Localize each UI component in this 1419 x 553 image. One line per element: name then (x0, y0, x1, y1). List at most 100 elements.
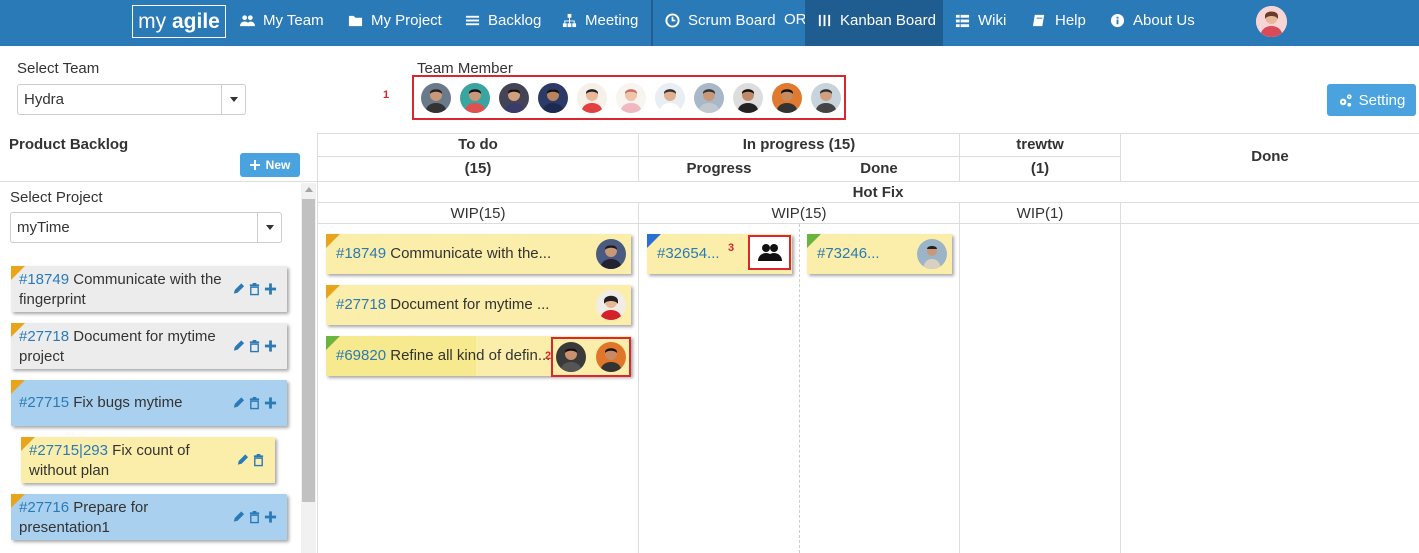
brand-logo[interactable]: my agile (132, 5, 226, 38)
edit-icon[interactable] (236, 454, 249, 467)
list-icon (465, 15, 480, 25)
priority-corner (807, 234, 821, 248)
edit-icon[interactable] (232, 340, 245, 353)
project-select[interactable]: myTime (10, 212, 282, 243)
user-avatar[interactable] (1256, 6, 1287, 37)
backlog-item-id[interactable]: #18749 (19, 271, 69, 288)
task-id[interactable]: #27718 (336, 296, 386, 313)
info-icon (1110, 13, 1125, 27)
column-header-todo: To do (458, 136, 498, 153)
backlog-item-id[interactable]: #27716 (19, 499, 69, 516)
wip-todo: WIP(15) (450, 205, 506, 222)
backlog-subitem[interactable]: #27715|293 Fix count of without plan (21, 437, 275, 483)
trash-icon[interactable] (252, 453, 265, 467)
scroll-thumb[interactable] (302, 199, 315, 502)
team-member-avatar[interactable] (577, 83, 607, 113)
assignee-avatar-image (917, 239, 947, 269)
team-select[interactable]: Hydra (17, 84, 246, 115)
edit-icon[interactable] (232, 397, 245, 410)
team-member-avatar[interactable] (811, 83, 841, 113)
grid-line (318, 181, 1419, 182)
task-card[interactable]: #18749 Communicate with the... (326, 234, 631, 274)
nav-wiki[interactable]: Wiki (955, 0, 1006, 40)
nav-meeting[interactable]: Meeting (562, 0, 638, 40)
assignee-avatar[interactable] (596, 290, 626, 320)
edit-icon[interactable] (232, 283, 245, 296)
team-member-avatar[interactable] (733, 83, 763, 113)
backlog-item-id[interactable]: #27715 (19, 394, 69, 411)
product-backlog-title: Product Backlog (9, 136, 129, 153)
task-title: Refine all kind of defin... (390, 347, 551, 364)
column-header-inprogress: In progress (15) (742, 136, 856, 153)
new-backlog-button[interactable]: New (240, 153, 300, 177)
gears-icon (1339, 93, 1352, 107)
backlog-item[interactable]: #18749 Communicate with the fingerprint (11, 266, 287, 312)
team-member-avatar-image (655, 83, 685, 113)
backlog-item[interactable]: #27716 Prepare for presentation1 (11, 494, 287, 540)
group-icon[interactable] (757, 241, 783, 263)
nav-my-team[interactable]: My Team (240, 0, 324, 40)
task-id[interactable]: #18749 (336, 245, 386, 262)
backlog-item-actions (232, 282, 277, 296)
team-member-avatar[interactable] (460, 83, 490, 113)
backlog-item-actions (232, 396, 277, 410)
team-member-avatar-image (421, 83, 451, 113)
team-member-avatar-image (694, 83, 724, 113)
task-id[interactable]: #32654... (657, 245, 720, 262)
priority-corner (11, 323, 25, 337)
nav-about-us[interactable]: About Us (1110, 0, 1195, 40)
assignee-avatar[interactable] (596, 239, 626, 269)
backlog-item-id[interactable]: #27715|293 (29, 442, 108, 459)
plus-icon[interactable] (264, 511, 277, 524)
backlog-item[interactable]: #27718 Document for mytime project (11, 323, 287, 369)
column-count-todo: (15) (464, 160, 492, 177)
team-member-avatar[interactable] (772, 83, 802, 113)
team-member-avatar[interactable] (694, 83, 724, 113)
assignee-avatar-image (556, 342, 586, 372)
subcolumn-done: Done (860, 160, 898, 177)
nav-help[interactable]: Help (1032, 0, 1086, 40)
backlog-item[interactable]: #27715 Fix bugs mytime (11, 380, 287, 426)
panel-divider (0, 181, 318, 182)
annotation-1: 1 (383, 89, 390, 101)
team-member-avatar[interactable] (499, 83, 529, 113)
wip-inprogress: WIP(15) (771, 205, 827, 222)
team-member-avatar-image (733, 83, 763, 113)
chevron-down-icon (257, 213, 281, 242)
nav-my-project[interactable]: My Project (348, 0, 442, 40)
plus-icon[interactable] (264, 397, 277, 410)
task-id[interactable]: #69820 (336, 347, 386, 364)
plus-icon[interactable] (264, 340, 277, 353)
scroll-up-arrow[interactable] (305, 187, 313, 192)
nav-kanban-board[interactable]: Kanban Board (817, 0, 936, 40)
team-member-avatar[interactable] (421, 83, 451, 113)
plus-icon[interactable] (264, 283, 277, 296)
trash-icon[interactable] (248, 396, 261, 410)
nav-scrum-board[interactable]: Scrum Board (665, 0, 776, 40)
edit-icon[interactable] (232, 511, 245, 524)
team-member-avatar[interactable] (538, 83, 568, 113)
setting-button[interactable]: Setting (1327, 84, 1416, 116)
assignee-avatar[interactable] (556, 342, 586, 372)
grid-line (318, 202, 1419, 203)
trash-icon[interactable] (248, 282, 261, 296)
task-card[interactable]: #27718 Document for mytime ... (326, 285, 631, 325)
backlog-item-id[interactable]: #27718 (19, 328, 69, 345)
assignee-avatar[interactable] (596, 342, 626, 372)
plus-icon (249, 160, 260, 170)
task-id[interactable]: #73246... (817, 245, 880, 262)
trash-icon[interactable] (248, 339, 261, 353)
team-member-avatar[interactable] (655, 83, 685, 113)
priority-corner (326, 285, 340, 299)
grid-line (318, 223, 1419, 224)
clock-icon (665, 12, 680, 28)
nav-backlog[interactable]: Backlog (465, 0, 541, 40)
assignee-avatar[interactable] (917, 239, 947, 269)
team-member-avatar[interactable] (616, 83, 646, 113)
subcolumn-divider (799, 224, 800, 553)
trash-icon[interactable] (248, 510, 261, 524)
priority-corner (326, 336, 340, 350)
assignee-avatar-image (596, 239, 626, 269)
columns-icon (818, 14, 831, 26)
backlog-item-actions (232, 339, 277, 353)
